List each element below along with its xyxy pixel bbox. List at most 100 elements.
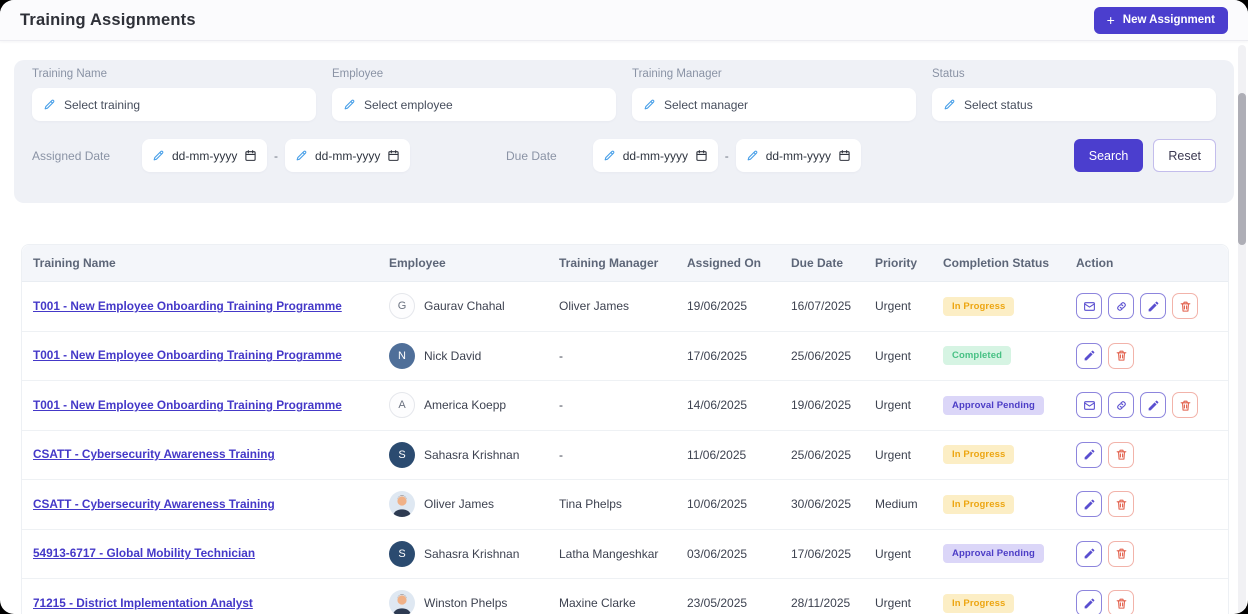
- training-name-select[interactable]: [32, 88, 316, 121]
- column-header-assigned-on: Assigned On: [676, 256, 780, 270]
- search-button[interactable]: Search: [1074, 139, 1144, 172]
- reset-button[interactable]: Reset: [1153, 139, 1216, 172]
- delete-button[interactable]: [1172, 293, 1198, 319]
- link-icon: [1115, 399, 1128, 412]
- employee-cell: N Nick David: [378, 343, 548, 369]
- filter-panel: Training Name Employee Training Manager: [14, 60, 1234, 203]
- training-name-link[interactable]: 71215 - District Implementation Analyst: [33, 596, 253, 611]
- table-row: 71215 - District Implementation Analyst …: [22, 579, 1228, 614]
- delete-button[interactable]: [1108, 541, 1134, 567]
- training-manager-cell: Maxine Clarke: [548, 596, 676, 610]
- edit-button[interactable]: [1076, 491, 1102, 517]
- delete-button[interactable]: [1172, 392, 1198, 418]
- assigned-on-cell: 11/06/2025: [676, 448, 780, 462]
- training-name-link[interactable]: T001 - New Employee Onboarding Training …: [33, 348, 342, 363]
- assigned-on-cell: 10/06/2025: [676, 497, 780, 511]
- edit-button[interactable]: [1076, 590, 1102, 614]
- status-badge: Approval Pending: [943, 396, 1044, 415]
- edit-button[interactable]: [1140, 392, 1166, 418]
- priority-cell: Urgent: [864, 596, 932, 610]
- training-manager-cell: -: [548, 349, 676, 363]
- avatar: A: [389, 392, 415, 418]
- mail-button[interactable]: [1076, 392, 1102, 418]
- link-button[interactable]: [1108, 392, 1134, 418]
- priority-cell: Medium: [864, 497, 932, 511]
- filter-label: Employee: [332, 68, 616, 80]
- pencil-icon: [746, 149, 759, 162]
- training-manager-cell: Latha Mangeshkar: [548, 547, 676, 561]
- filter-row-selects: Training Name Employee Training Manager: [32, 68, 1216, 121]
- delete-button[interactable]: [1108, 343, 1134, 369]
- filter-label: Training Manager: [632, 68, 916, 80]
- column-header-training-manager: Training Manager: [548, 256, 676, 270]
- assigned-date-from-picker[interactable]: dd-mm-yyyy: [142, 139, 267, 172]
- table-row: T001 - New Employee Onboarding Training …: [22, 282, 1228, 332]
- training-manager-input[interactable]: [664, 98, 905, 112]
- new-assignment-label: New Assignment: [1123, 14, 1215, 26]
- assigned-on-cell: 03/06/2025: [676, 547, 780, 561]
- employee-name: America Koepp: [424, 398, 506, 412]
- delete-icon: [1115, 349, 1128, 362]
- assignments-table: Training Name Employee Training Manager …: [21, 244, 1229, 614]
- training-name-input[interactable]: [64, 98, 305, 112]
- pencil-icon: [643, 98, 656, 111]
- filter-label: Training Name: [32, 68, 316, 80]
- status-badge: In Progress: [943, 445, 1014, 464]
- edit-button[interactable]: [1076, 343, 1102, 369]
- completion-status-cell: In Progress: [932, 297, 1065, 316]
- calendar-icon: [695, 149, 708, 162]
- mail-button[interactable]: [1076, 293, 1102, 319]
- due-date-to-picker[interactable]: dd-mm-yyyy: [736, 139, 861, 172]
- column-header-priority: Priority: [864, 256, 932, 270]
- column-header-employee: Employee: [378, 256, 548, 270]
- employee-cell: Oliver James: [378, 491, 548, 517]
- column-header-action: Action: [1065, 256, 1228, 270]
- employee-name: Gaurav Chahal: [424, 299, 505, 313]
- training-name-cell: CSATT - Cybersecurity Awareness Training: [22, 447, 378, 462]
- delete-icon: [1115, 597, 1128, 610]
- completion-status-cell: Approval Pending: [932, 544, 1065, 563]
- training-name-link[interactable]: CSATT - Cybersecurity Awareness Training: [33, 497, 275, 512]
- table-row: CSATT - Cybersecurity Awareness Training…: [22, 431, 1228, 481]
- edit-icon: [1083, 498, 1096, 511]
- edit-button[interactable]: [1140, 293, 1166, 319]
- training-name-cell: T001 - New Employee Onboarding Training …: [22, 348, 378, 363]
- action-cell: [1065, 442, 1228, 468]
- training-manager-select[interactable]: [632, 88, 916, 121]
- date-placeholder: dd-mm-yyyy: [172, 149, 237, 163]
- delete-button[interactable]: [1108, 442, 1134, 468]
- due-date-from-picker[interactable]: dd-mm-yyyy: [593, 139, 718, 172]
- link-button[interactable]: [1108, 293, 1134, 319]
- range-separator: -: [274, 149, 278, 163]
- priority-cell: Urgent: [864, 349, 932, 363]
- scrollbar-track[interactable]: [1238, 45, 1246, 614]
- employee-input[interactable]: [364, 98, 605, 112]
- training-name-link[interactable]: T001 - New Employee Onboarding Training …: [33, 398, 342, 413]
- delete-button[interactable]: [1108, 491, 1134, 517]
- delete-button[interactable]: [1108, 590, 1134, 614]
- filter-field-status: Status: [932, 68, 1216, 121]
- filter-actions: Search Reset: [1074, 139, 1216, 172]
- delete-icon: [1179, 399, 1192, 412]
- status-select[interactable]: [932, 88, 1216, 121]
- status-input[interactable]: [964, 98, 1205, 112]
- status-badge: Completed: [943, 346, 1011, 365]
- training-manager-cell: -: [548, 448, 676, 462]
- filter-field-training-name: Training Name: [32, 68, 316, 121]
- training-name-link[interactable]: T001 - New Employee Onboarding Training …: [33, 299, 342, 314]
- edit-button[interactable]: [1076, 541, 1102, 567]
- edit-button[interactable]: [1076, 442, 1102, 468]
- calendar-icon: [838, 149, 851, 162]
- employee-select[interactable]: [332, 88, 616, 121]
- scrollbar-thumb[interactable]: [1238, 93, 1246, 245]
- training-name-link[interactable]: CSATT - Cybersecurity Awareness Training: [33, 447, 275, 462]
- employee-cell: G Gaurav Chahal: [378, 293, 548, 319]
- new-assignment-button[interactable]: + New Assignment: [1094, 7, 1228, 34]
- assigned-date-to-picker[interactable]: dd-mm-yyyy: [285, 139, 410, 172]
- employee-cell: Winston Phelps: [378, 590, 548, 614]
- training-name-cell: CSATT - Cybersecurity Awareness Training: [22, 497, 378, 512]
- pencil-icon: [343, 98, 356, 111]
- training-name-link[interactable]: 54913-6717 - Global Mobility Technician: [33, 546, 255, 561]
- training-name-cell: T001 - New Employee Onboarding Training …: [22, 398, 378, 413]
- action-cell: [1065, 392, 1228, 418]
